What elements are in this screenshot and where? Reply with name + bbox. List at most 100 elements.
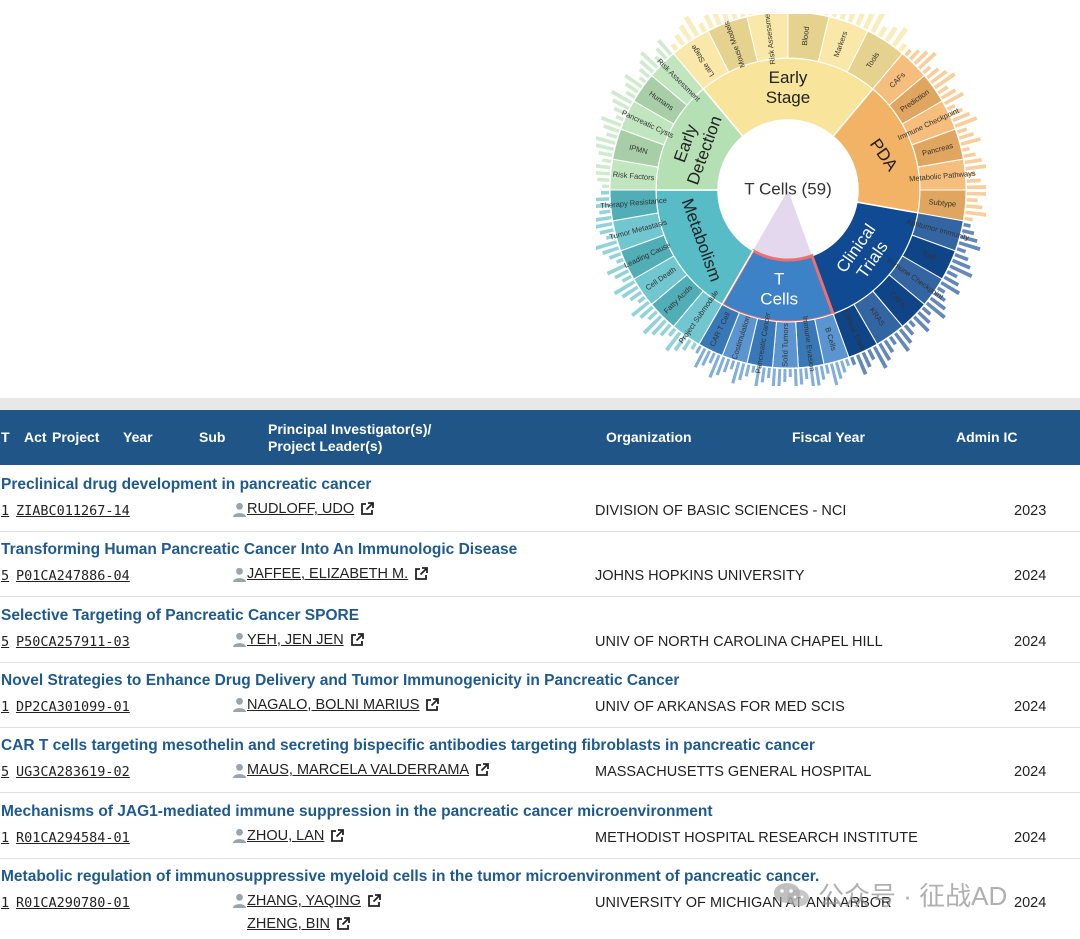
fringe-bar: [695, 345, 702, 354]
external-link-icon[interactable]: [474, 762, 490, 778]
external-link-icon[interactable]: [329, 828, 345, 844]
project-title-link[interactable]: Mechanisms of JAG1-mediated immune suppr…: [1, 803, 712, 821]
col-fiscal-year[interactable]: Fiscal Year: [792, 410, 865, 465]
col-organization[interactable]: Organization: [606, 410, 692, 465]
external-link-icon[interactable]: [335, 916, 351, 932]
project-number-link[interactable]: DP2CA301099-01: [16, 699, 130, 715]
application-type: 1: [1, 829, 10, 846]
outer-segment-label: Solid Tumors: [780, 323, 790, 367]
fiscal-year: 2023: [1014, 503, 1047, 519]
table-row: Selective Targeting of Pancreatic Cancer…: [0, 597, 1080, 663]
table-row: Novel Strategies to Enhance Drug Deliver…: [0, 662, 1080, 728]
fringe-bar: [640, 51, 659, 69]
project-number-link[interactable]: P50CA257911-03: [16, 634, 130, 650]
fringe-bar: [877, 25, 888, 38]
center-label: T Cells (59): [744, 179, 832, 198]
pi-link[interactable]: NAGALO, BOLNI MARIUS: [232, 697, 440, 713]
table-row: Preclinical drug development in pancreat…: [0, 466, 1080, 532]
fringe-bar: [667, 327, 677, 337]
fringe-bar: [966, 204, 983, 210]
fiscal-year: 2024: [1014, 633, 1047, 650]
pi-link[interactable]: ZHENG, BIN: [232, 916, 351, 932]
fringe-bar: [621, 274, 633, 283]
col-sub[interactable]: Sub: [199, 410, 225, 465]
project-title-link[interactable]: CAR T cells targeting mesothelin and sec…: [1, 737, 815, 755]
col-type[interactable]: T: [1, 410, 10, 465]
fringe-bar: [596, 222, 613, 229]
application-type: 1: [1, 894, 10, 911]
fringe-bar: [766, 367, 771, 379]
pi-name: ZHANG, YAQING: [247, 892, 361, 909]
fringe-bar: [744, 364, 751, 377]
table-row: Transforming Human Pancreatic Cancer Int…: [0, 531, 1080, 598]
person-icon: [233, 763, 246, 778]
project-title-link[interactable]: Preclinical drug development in pancreat…: [1, 476, 371, 494]
fringe-bar: [898, 42, 908, 53]
application-type: 5: [1, 568, 10, 585]
project-title-link[interactable]: Transforming Human Pancreatic Cancer Int…: [1, 541, 517, 559]
col-project[interactable]: Project: [52, 410, 99, 465]
pi-link[interactable]: YEH, JEN JEN: [232, 632, 365, 648]
fringe-bar: [966, 185, 986, 190]
col-principal-investigator[interactable]: Principal Investigator(s)/ Project Leade…: [268, 410, 431, 465]
pi-link[interactable]: RUDLOFF, UDO: [232, 501, 375, 517]
pi-link[interactable]: JAFFEE, ELIZABETH M.: [232, 566, 429, 582]
fringe-bar: [819, 365, 826, 380]
person-icon: [233, 828, 246, 843]
person-icon: [233, 894, 246, 909]
pi-name: JAFFEE, ELIZABETH M.: [247, 566, 409, 583]
project-number-link[interactable]: ZIABC011267-14: [16, 503, 130, 519]
sunburst-chart[interactable]: Late Stage Mouse Models Risk Assessment Blo…: [596, 14, 986, 386]
pi-link[interactable]: MAUS, MARCELA VALDERRAMA: [232, 762, 490, 778]
person-icon: [233, 502, 246, 517]
project-title-link[interactable]: Novel Strategies to Enhance Drug Deliver…: [1, 672, 679, 690]
pi-name: MAUS, MARCELA VALDERRAMA: [247, 762, 470, 779]
person-icon: [233, 632, 246, 648]
external-link-icon[interactable]: [366, 893, 382, 909]
organization: UNIVERSITY OF MICHIGAN AT ANN ARBOR: [595, 894, 892, 911]
pi-link[interactable]: ZHOU, LAN: [232, 828, 345, 844]
fringe-bar: [602, 184, 610, 189]
application-type: 5: [1, 633, 10, 650]
fringe-bar: [831, 14, 838, 18]
project-title-link[interactable]: Metabolic regulation of immunosuppressiv…: [1, 868, 819, 886]
project-number-link[interactable]: R01CA294584-01: [16, 830, 130, 846]
fringe-bar: [964, 157, 982, 165]
fringe-bar: [597, 177, 610, 182]
fringe-bar: [966, 178, 981, 183]
col-pi-line2: Project Leader(s): [268, 437, 383, 454]
pi-link[interactable]: ZHANG, YAQING: [232, 893, 382, 909]
organization: UNIV OF NORTH CAROLINA CHAPEL HILL: [595, 633, 883, 650]
fringe-bar: [703, 14, 715, 29]
fringe-bar: [966, 191, 986, 196]
fringe-bar: [847, 14, 856, 23]
inner-segment-label: Early Stage: [766, 68, 810, 107]
col-admin-ic[interactable]: Admin IC: [956, 410, 1017, 465]
project-title-link[interactable]: Selective Targeting of Pancreatic Cancer…: [1, 607, 359, 625]
fringe-bar: [963, 222, 971, 228]
fringe-bar: [613, 280, 636, 296]
fringe-bar: [922, 65, 932, 75]
project-number-link[interactable]: UG3CA283619-02: [16, 764, 130, 780]
fringe-bar: [788, 368, 792, 377]
fringe-bar: [956, 127, 968, 134]
organization: DIVISION OF BASIC SCIENCES - NCI: [595, 503, 847, 519]
external-link-icon[interactable]: [359, 501, 375, 517]
external-link-icon[interactable]: [349, 632, 365, 648]
col-year[interactable]: Year: [123, 410, 153, 465]
col-activity[interactable]: Act: [24, 410, 47, 465]
external-link-icon[interactable]: [413, 566, 429, 582]
table-row: Metabolic regulation of immunosuppressiv…: [0, 858, 1080, 938]
application-type: 1: [1, 698, 10, 715]
organization: MASSACHUSETTS GENERAL HOSPITAL: [595, 764, 872, 781]
fringe-bar: [596, 164, 611, 170]
table-header: T Act Project Year Sub Principal Investi…: [0, 410, 1080, 465]
fringe-bar: [965, 210, 986, 217]
fringe-bar: [731, 14, 738, 20]
fringe-bar: [690, 342, 697, 351]
project-number-link[interactable]: R01CA290780-01: [16, 895, 130, 911]
fiscal-year: 2024: [1014, 568, 1047, 585]
external-link-icon[interactable]: [424, 697, 440, 713]
fringe-bar: [966, 198, 978, 203]
project-number-link[interactable]: P01CA247886-04: [16, 568, 130, 584]
